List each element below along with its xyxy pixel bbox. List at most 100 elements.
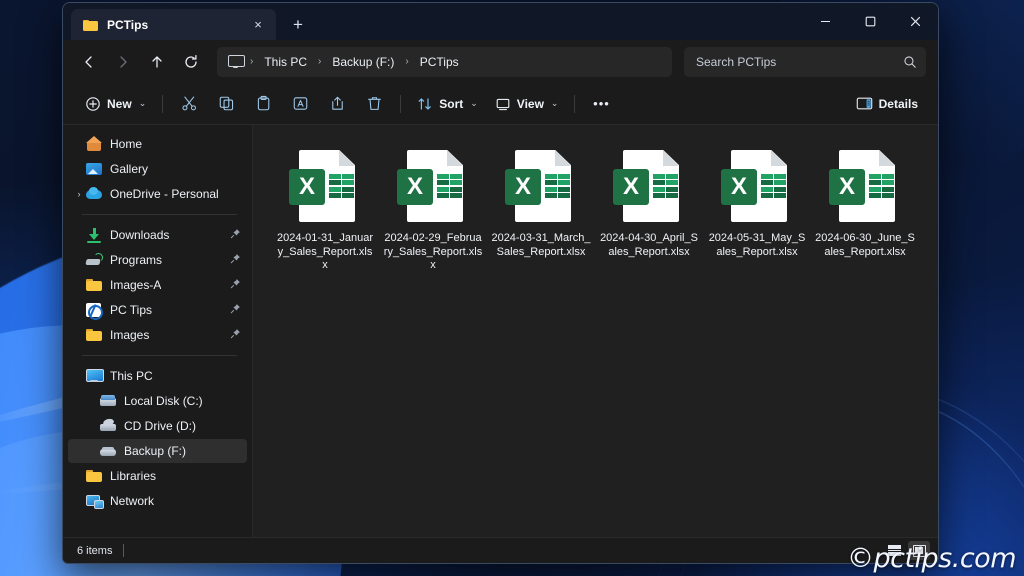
sidebar-label-images: Images [110,328,150,342]
trash-icon [367,97,381,110]
new-tab-icon[interactable]: + [285,11,311,37]
status-divider [123,544,125,557]
pin-icon[interactable] [230,328,241,342]
sidebar-item-downloads[interactable]: Downloads [68,223,247,247]
sidebar-item-images[interactable]: Images [68,323,247,347]
excel-file-icon: X [611,149,687,225]
sort-button[interactable]: Sort ⌄ [409,89,486,119]
window-controls [803,3,938,40]
sidebar-item-cd-drive-d[interactable]: CD Drive (D:) [68,414,247,438]
chevron-down-icon-sort: ⌄ [470,98,478,108]
sidebar-label-backup-f: Backup (F:) [124,444,187,458]
file-name: 2024-03-31_March_Sales_Report.xlsx [491,232,591,258]
pctips-logo-icon [86,302,103,320]
file-item[interactable]: X 2024-05-31_May_Sales_Report.xlsx [703,143,811,273]
sidebar-label-downloads: Downloads [110,228,170,242]
search-box[interactable] [684,46,926,77]
excel-file-icon: X [719,149,795,225]
download-icon [86,227,102,243]
excel-file-icon: X [287,149,363,225]
drive-icon [100,443,116,459]
plus-circle-icon [86,96,100,111]
navigation-pane[interactable]: Home Gallery › OneDrive - Personal Downl… [63,125,253,537]
sidebar-label-local-disk-c: Local Disk (C:) [124,394,203,408]
details-pane-button[interactable]: Details [848,89,926,119]
sidebar-item-this-pc[interactable]: This PC [68,364,247,388]
sidebar-label-onedrive: OneDrive - Personal [110,187,219,201]
copy-icon [219,96,233,111]
search-input[interactable] [696,54,903,69]
file-item[interactable]: X 2024-03-31_March_Sales_Report.xlsx [487,143,595,273]
up-icon[interactable] [141,47,173,77]
this-pc-icon [86,368,104,384]
maximize-icon[interactable] [848,3,893,40]
minimize-icon[interactable] [803,3,848,40]
folder-icon [86,277,102,293]
breadcrumb-item-0[interactable]: This PC [257,52,314,72]
toolbar-separator-2 [400,94,402,113]
breadcrumb[interactable]: › This PC › Backup (F:) › PCTips [217,46,672,77]
close-window-icon[interactable] [893,3,938,40]
this-pc-icon [228,55,245,68]
copy-button[interactable] [208,89,244,119]
pin-icon[interactable] [230,278,241,292]
sidebar-item-backup-f[interactable]: Backup (F:) [68,439,247,463]
breadcrumb-item-1[interactable]: Backup (F:) [325,52,401,72]
sidebar-item-images-a[interactable]: Images-A [68,273,247,297]
details-pane-icon [856,97,872,110]
sidebar-item-onedrive[interactable]: › OneDrive - Personal [68,182,247,206]
pin-icon[interactable] [230,303,241,317]
home-icon [86,136,102,152]
sidebar-divider-2 [82,355,237,356]
file-list-view[interactable]: X 2024-01-31_January_Sales_Report.xlsx X… [253,125,938,537]
file-item[interactable]: X 2024-02-29_February_Sales_Report.xlsx [379,143,487,273]
sidebar-label-pc-tips: PC Tips [110,303,153,317]
view-icon [496,98,510,110]
chevron-right-icon[interactable]: › [72,189,86,199]
status-bar: 6 items [63,537,938,563]
sidebar-label-images-a: Images-A [110,278,162,292]
share-button[interactable] [319,89,355,119]
pin-icon[interactable] [230,253,241,267]
file-item[interactable]: X 2024-04-30_April_Sales_Report.xlsx [595,143,703,273]
breadcrumb-item-2[interactable]: PCTips [413,52,466,72]
sidebar-item-network[interactable]: Network [68,489,247,513]
cut-button[interactable] [171,89,207,119]
sidebar-item-libraries[interactable]: Libraries [68,464,247,488]
pin-icon[interactable] [230,228,241,242]
file-item[interactable]: X 2024-06-30_June_Sales_Report.xlsx [811,143,919,273]
view-button[interactable]: View ⌄ [487,89,567,119]
file-name: 2024-05-31_May_Sales_Report.xlsx [708,232,806,258]
local-disk-icon [100,393,116,409]
breadcrumb-separator-0: › [250,56,254,67]
chevron-down-icon-view: ⌄ [550,98,559,108]
tab-title: PCTips [107,17,149,32]
close-tab-icon[interactable]: × [248,15,268,35]
file-item[interactable]: X 2024-01-31_January_Sales_Report.xlsx [271,143,379,273]
file-explorer-window: PCTips × + › This PC › Backup (F:) › PCT… [62,2,939,564]
tab-pctips[interactable]: PCTips × [71,9,276,40]
sidebar-label-gallery: Gallery [110,162,149,176]
delete-button[interactable] [356,89,392,119]
sidebar-divider-1 [82,214,237,215]
sidebar-item-home[interactable]: Home [68,132,247,156]
forward-icon[interactable] [107,47,139,77]
rename-button[interactable] [282,89,318,119]
back-icon[interactable] [73,47,105,77]
paste-button[interactable] [245,89,281,119]
sidebar-item-gallery[interactable]: Gallery [68,157,247,181]
refresh-icon[interactable] [175,47,207,77]
new-button[interactable]: New ⌄ [77,89,154,119]
sidebar-item-local-disk-c[interactable]: Local Disk (C:) [68,389,247,413]
search-icon[interactable] [903,55,917,69]
sidebar-label-cd-drive-d: CD Drive (D:) [124,419,196,433]
paste-icon [257,95,270,111]
rename-icon [293,97,308,110]
sidebar-item-programs[interactable]: Programs [68,248,247,272]
sort-icon [418,97,432,110]
folder-icon [83,19,98,31]
sidebar-item-pc-tips[interactable]: PC Tips [68,298,247,322]
more-options-button[interactable]: ••• [583,89,619,119]
excel-file-icon: X [827,149,903,225]
breadcrumb-separator-1: › [318,56,322,67]
